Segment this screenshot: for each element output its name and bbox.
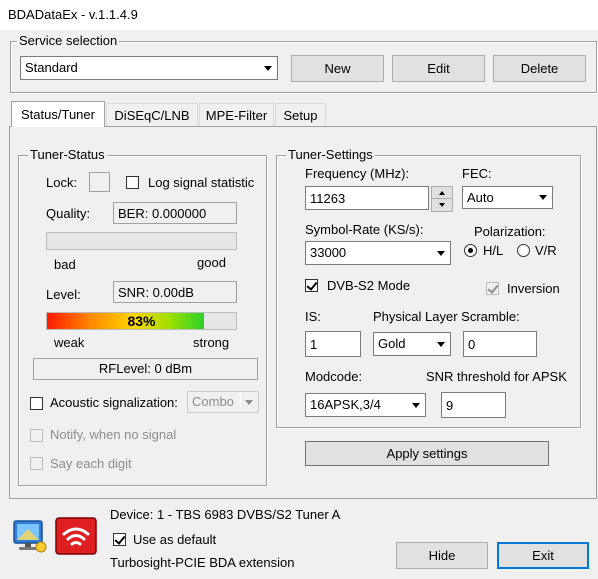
pls-label: Physical Layer Scramble: [373,309,520,324]
fec-label: FEC: [462,166,492,181]
spin-down-icon[interactable] [432,199,452,211]
modcode-label: Modcode: [305,369,363,384]
service-combo[interactable]: Standard [20,56,278,80]
pls-value: 0 [468,337,476,352]
tab-diseqc-lnb-label: DiSEqC/LNB [114,107,190,123]
rflevel-display: RFLevel: 0 dBm [33,358,258,380]
pls-mode-combo[interactable]: Gold [373,332,451,356]
level-percent: 83% [127,313,156,329]
pls-mode-value: Gold [378,336,406,351]
polarization-hl-radio[interactable] [464,244,477,257]
spin-up-icon[interactable] [432,187,452,199]
polarization-label: Polarization: [474,224,546,239]
chevron-down-icon[interactable] [432,334,449,354]
chevron-down-icon[interactable] [259,58,276,78]
new-service-button[interactable]: New [291,55,384,82]
modcode-value: 16APSK,3/4 [310,397,381,412]
extension-text: Turbosight-PCIE BDA extension [110,555,295,570]
lock-indicator [89,172,110,192]
log-signal-checkbox[interactable] [126,176,139,189]
chevron-down-icon[interactable] [432,243,449,263]
tab-status-tuner[interactable]: Status/Tuner [11,101,105,127]
tab-diseqc-lnb[interactable]: DiSEqC/LNB [106,103,198,126]
tab-status-tuner-label: Status/Tuner [21,107,95,122]
chevron-down-icon[interactable] [240,393,257,411]
frequency-label: Frequency (MHz): [305,166,410,181]
log-signal-label: Log signal statistic [148,175,255,190]
snr-display: SNR: 0.00dB [113,281,237,303]
is-input[interactable]: 1 [305,331,361,357]
frequency-input[interactable]: 11263 [305,186,429,210]
frequency-value: 11263 [310,191,346,206]
lock-label: Lock: [46,175,78,190]
bad-label: bad [54,257,76,272]
symbol-rate-combo[interactable]: 33000 [305,241,451,265]
device-text: Device: 1 - TBS 6983 DVBS/S2 Tuner A [110,507,341,522]
say-digit-checkbox[interactable] [30,457,43,470]
good-label: good [197,255,226,270]
pls-input[interactable]: 0 [463,331,537,357]
symbol-rate-value: 33000 [310,245,347,260]
acoustic-checkbox[interactable] [30,397,43,410]
quality-label: Quality: [46,206,91,221]
tab-setup[interactable]: Setup [275,103,326,126]
tbs-logo-icon [55,517,97,555]
polarization-vr-radio[interactable] [517,244,530,257]
snr-threshold-input[interactable]: 9 [441,392,506,418]
polarization-vr-label: V/R [535,243,557,258]
level-bar: 83% [46,312,237,330]
acoustic-mode-value: Combo [192,394,234,409]
window-title: BDADataEx - v.1.1.4.9 [8,7,138,22]
tab-mpe-filter[interactable]: MPE-Filter [199,103,274,126]
ber-display: BER: 0.000000 [113,202,237,224]
rflevel-value: RFLevel: 0 dBm [98,361,193,376]
edit-service-button[interactable]: Edit [392,55,485,82]
polarization-hl-label: H/L [483,243,504,258]
modcode-combo[interactable]: 16APSK,3/4 [305,393,426,417]
title-bar: BDADataEx - v.1.1.4.9 [0,0,598,30]
symbol-rate-label: Symbol-Rate (KS/s): [305,222,424,237]
chevron-down-icon[interactable] [534,188,551,207]
ber-value: BER: 0.000000 [118,206,207,221]
apply-settings-button[interactable]: Apply settings [305,441,549,466]
snr-value: SNR: 0.00dB [118,285,194,300]
dvbs2-label: DVB-S2 Mode [327,278,411,293]
is-label: IS: [305,309,321,324]
snr-threshold-label: SNR threshold for APSK [426,369,567,384]
chevron-down-icon[interactable] [407,395,424,415]
delete-service-button[interactable]: Delete [493,55,586,82]
fec-combo[interactable]: Auto [462,186,553,209]
acoustic-mode-combo[interactable]: Combo [187,391,259,413]
weak-label: weak [54,335,85,350]
tuner-settings-title: Tuner-Settings [286,147,375,163]
tab-setup-label: Setup [283,107,318,123]
acoustic-label: Acoustic signalization: [50,395,178,410]
quality-bar [46,232,237,250]
dvbs2-checkbox[interactable] [305,279,318,292]
service-combo-value: Standard [25,60,78,75]
level-label: Level: [46,287,81,302]
is-value: 1 [310,337,318,352]
use-default-checkbox[interactable] [113,533,126,546]
inversion-checkbox[interactable] [486,282,499,295]
hide-button[interactable]: Hide [396,542,488,569]
strong-label: strong [193,335,230,350]
frequency-spinner[interactable] [431,186,453,212]
tuner-status-title: Tuner-Status [28,147,107,163]
service-selection-title: Service selection [17,33,120,49]
computer-monitor-icon [12,519,48,553]
snr-threshold-value: 9 [446,398,454,413]
use-default-label: Use as default [133,532,217,547]
notify-checkbox[interactable] [30,429,43,442]
tab-mpe-filter-label: MPE-Filter [205,107,268,123]
inversion-label: Inversion [507,281,560,296]
notify-label: Notify, when no signal [50,427,177,442]
exit-button[interactable]: Exit [497,542,589,569]
say-digit-label: Say each digit [50,456,132,471]
fec-value: Auto [467,190,494,205]
